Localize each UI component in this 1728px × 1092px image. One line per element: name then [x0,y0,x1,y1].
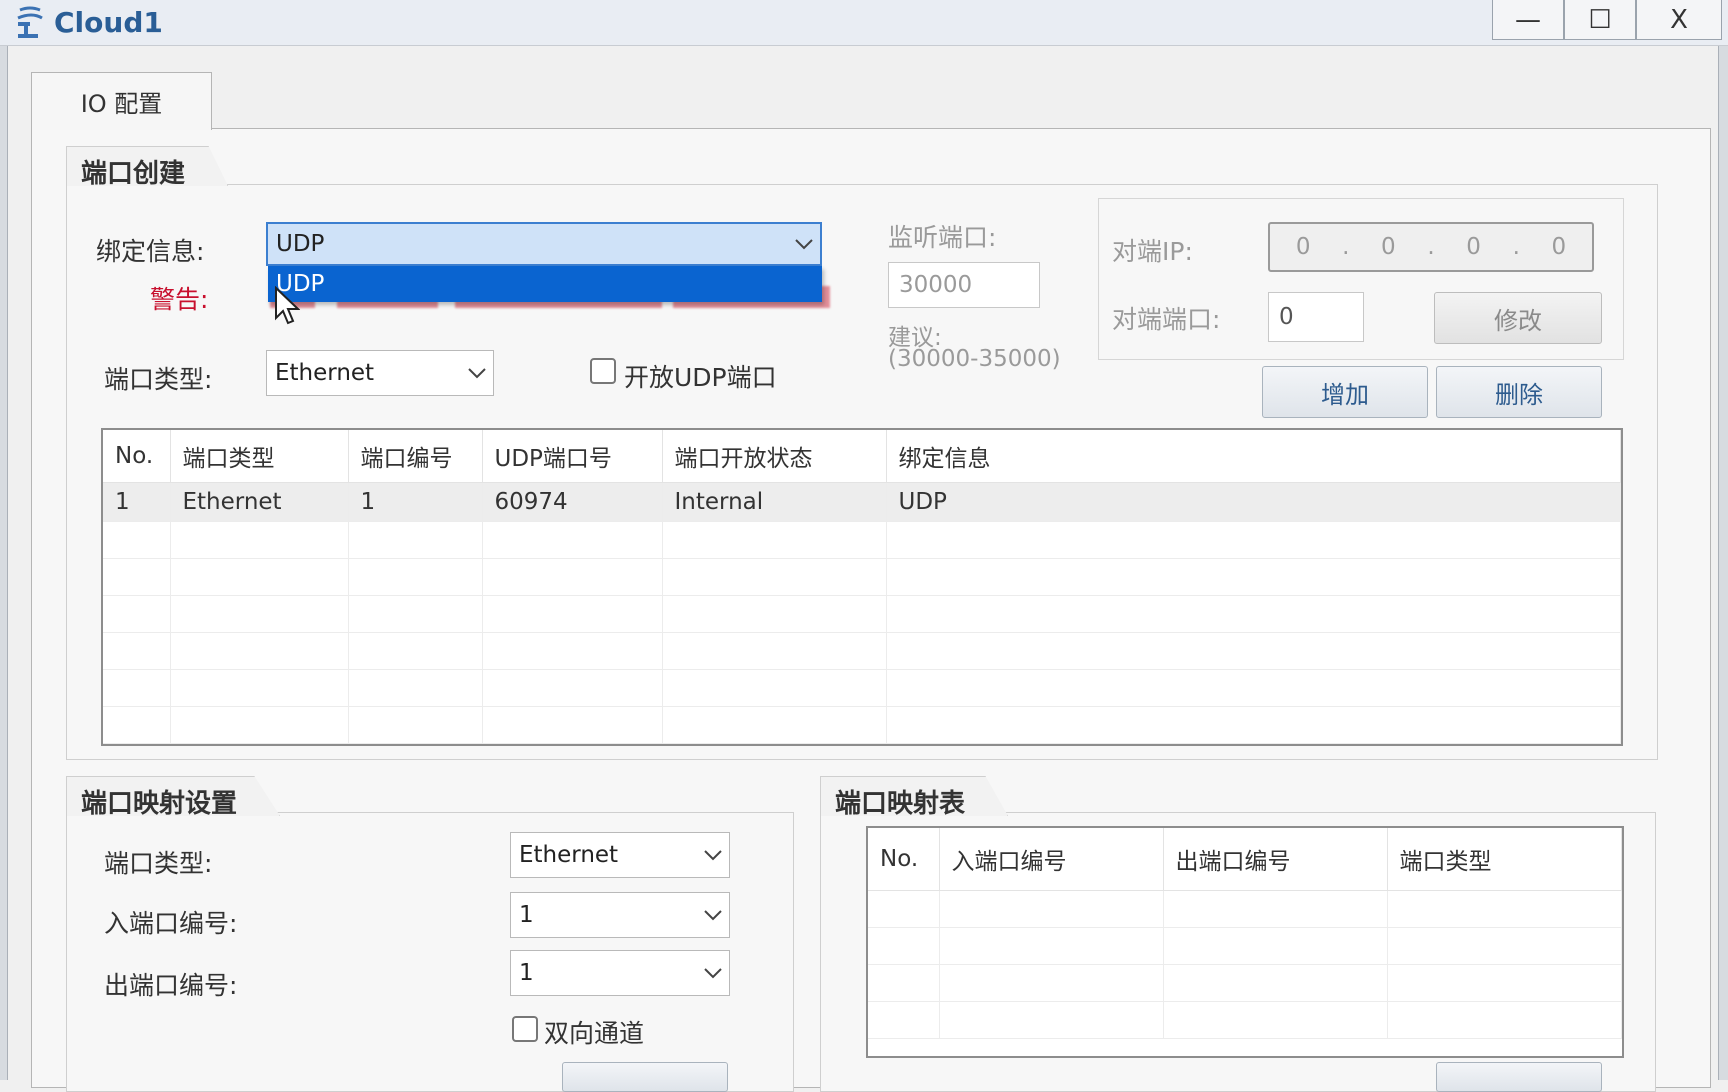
empty-row [103,632,1621,670]
add-button[interactable]: 增加 [1262,366,1428,418]
out-port-select[interactable]: 1 [510,950,730,996]
mapping-header-no[interactable]: No. [868,828,940,891]
cell-no: 1 [103,482,171,522]
cell-bind-info: UDP [886,482,1621,522]
empty-row [103,558,1621,596]
bind-info-select[interactable]: UDP [266,222,822,266]
mapping-header-port-type[interactable]: 端口类型 [1387,828,1622,891]
tab-io-config[interactable]: IO 配置 [31,72,212,130]
header-udp-port[interactable]: UDP端口号 [482,430,663,483]
port-type-label: 端口类型: [104,365,213,394]
mapping-port-type-label: 端口类型: [104,849,213,878]
mapping-add-button[interactable] [562,1062,728,1092]
empty-row [868,1001,1622,1039]
empty-row [868,890,1622,928]
mouse-cursor-icon [275,286,300,325]
cell-udp-port: 60974 [482,482,663,522]
empty-row [103,669,1621,707]
peer-ip-label: 对端IP: [1112,237,1193,266]
cloud-app-icon [17,6,43,38]
empty-row [868,927,1622,965]
port-mapping-group-label: 端口映射设置 [66,776,281,816]
chevron-down-icon [788,224,820,264]
minimize-icon: — [1515,4,1541,35]
table-row[interactable]: 1 Ethernet 1 60974 Internal UDP [103,482,1621,522]
mapping-header-out-port[interactable]: 出端口编号 [1163,828,1388,891]
mapping-header-in-port[interactable]: 入端口编号 [939,828,1164,891]
close-button[interactable]: X [1636,0,1722,40]
chevron-down-icon [461,351,493,395]
in-port-label: 入端口编号: [104,909,238,938]
out-port-label: 出端口编号: [104,971,238,1000]
cell-port-type: Ethernet [170,482,349,522]
chevron-down-icon [697,893,729,937]
mapping-table-header: No. 入端口编号 出端口编号 端口类型 [868,828,1622,891]
port-create-group-label: 端口创建 [66,146,229,186]
open-udp-checkbox[interactable] [590,358,616,384]
header-port-number[interactable]: 端口编号 [348,430,483,483]
peer-ip-octet-4: 0 [1551,234,1567,260]
listen-port-input[interactable]: 30000 [888,262,1040,308]
tab-io-label: IO 配置 [80,90,163,118]
empty-row [103,521,1621,559]
peer-ip-octet-2: 0 [1381,234,1396,260]
peer-ip-octet-3: 0 [1466,234,1481,260]
cell-port-number: 1 [348,482,483,522]
ip-dot: . [1512,234,1520,260]
in-port-value: 1 [519,902,534,928]
bind-info-value: UDP [276,231,325,257]
chevron-down-icon [697,951,729,995]
empty-row [103,595,1621,633]
bind-info-label: 绑定信息: [96,237,205,266]
delete-button[interactable]: 删除 [1436,366,1602,418]
port-table: No. 端口类型 端口编号 UDP端口号 端口开放状态 绑定信息 1 Ether… [101,428,1623,746]
open-udp-label: 开放UDP端口 [624,363,777,392]
port-type-value: Ethernet [275,360,375,386]
bidirectional-checkbox[interactable] [512,1016,538,1042]
maximize-icon: ☐ [1588,4,1612,35]
port-type-select[interactable]: Ethernet [266,350,494,396]
ip-dot: . [1427,234,1435,260]
minimize-button[interactable]: — [1492,0,1564,40]
maximize-button[interactable]: ☐ [1564,0,1636,40]
close-icon: X [1670,4,1688,35]
chevron-down-icon [697,833,729,877]
modify-button[interactable]: 修改 [1434,292,1602,344]
warning-label: 警告: [150,285,209,314]
mapping-table-group-label: 端口映射表 [820,776,1009,816]
peer-port-input[interactable]: 0 [1268,292,1364,342]
header-port-type[interactable]: 端口类型 [170,430,349,483]
mapping-port-type-select[interactable]: Ethernet [510,832,730,878]
bidirectional-label: 双向通道 [544,1019,645,1048]
suggest-range: (30000-35000) [888,346,1061,372]
header-open-status[interactable]: 端口开放状态 [662,430,887,483]
listen-port-label: 监听端口: [888,223,997,252]
mapping-delete-button[interactable] [1436,1062,1602,1092]
bind-info-option-udp[interactable]: UDP [268,266,822,302]
header-no[interactable]: No. [103,430,171,483]
empty-row [103,706,1621,744]
mapping-port-type-value: Ethernet [519,842,619,868]
peer-ip-input[interactable]: 0. 0. 0. 0 [1268,222,1594,272]
window-frame-right [1718,46,1728,1080]
peer-port-label: 对端端口: [1112,305,1221,334]
cell-open-status: Internal [662,482,887,522]
ip-dot: . [1342,234,1350,260]
window-frame-left [0,46,8,1080]
in-port-select[interactable]: 1 [510,892,730,938]
port-table-header: No. 端口类型 端口编号 UDP端口号 端口开放状态 绑定信息 [103,430,1621,483]
header-bind-info[interactable]: 绑定信息 [886,430,1621,483]
window-title: Cloud1 [54,6,163,39]
title-bar [0,0,1728,46]
empty-row [868,964,1622,1002]
mapping-table: No. 入端口编号 出端口编号 端口类型 [866,826,1624,1058]
peer-ip-octet-1: 0 [1295,234,1311,260]
out-port-value: 1 [519,960,534,986]
